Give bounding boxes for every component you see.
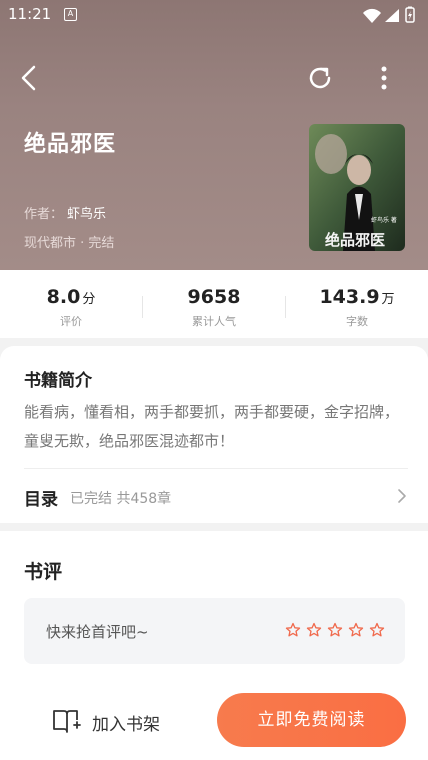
toc-label: 目录 [24,490,58,510]
intro-section: 书籍简介 能看病，懂看相，两手都要抓，两手都要硬，金字招牌，童叟无欺，绝品邪医混… [0,346,428,523]
status-icons [363,6,415,23]
cover-author-text: 虾鸟乐 著 [371,216,397,224]
chevron-right-icon [398,489,406,503]
author-label: 作者： [24,207,64,222]
book-category: 现代都市 · 完结 [24,236,115,251]
stat-wordcount: 143.9 万 字数 [286,270,428,338]
refresh-icon[interactable] [304,62,336,94]
book-title: 绝品邪医 [24,132,117,157]
author-name[interactable]: 虾鸟乐 [67,207,106,222]
stat-wordcount-label: 字数 [346,315,368,328]
add-to-shelf-button[interactable]: 加入书架 [52,705,182,735]
stat-rating-label: 评价 [60,315,82,328]
battery-icon [405,6,415,23]
back-arrow-icon[interactable] [14,62,46,94]
toc-info: 已完结 共458章 [70,491,172,507]
star-icon[interactable] [327,622,343,638]
wifi-icon [363,8,381,23]
book-stats: 8.0 分 评价 9658 累计人气 143.9 万 字数 [0,270,428,338]
star-icon[interactable] [348,622,364,638]
status-time: 11:21 [8,5,52,23]
notification-icon: A [64,8,77,21]
review-section: 书评 快来抢首评吧~ [0,531,428,681]
stat-rating-unit: 分 [82,292,96,307]
stat-popularity-value: 9658 [187,286,241,308]
rating-stars[interactable] [285,622,385,640]
signal-icon [385,9,399,22]
intro-text[interactable]: 能看病，懂看相，两手都要抓，两手都要硬，金字招牌，童叟无欺，绝品邪医混迹都市！ [24,398,408,456]
stat-wordcount-value: 143.9 [319,286,380,308]
stat-popularity: 9658 累计人气 [143,270,285,338]
author-line: 作者： 虾鸟乐 [24,203,106,222]
write-review-box[interactable]: 快来抢首评吧~ [24,598,405,664]
read-free-button[interactable]: 立即免费阅读 [217,693,406,747]
toc-row[interactable]: 目录 已完结 共458章 [0,469,428,523]
more-vertical-icon[interactable] [370,62,398,94]
star-icon[interactable] [285,622,301,638]
star-icon[interactable] [369,622,385,638]
stat-rating-value: 8.0 [46,286,81,308]
book-header: 11:21 A 绝品邪医 作者： 虾鸟乐 现代都市 · 完结 虾鸟乐 著 绝品邪… [0,0,428,270]
stat-popularity-label: 累计人气 [192,315,236,328]
intro-heading: 书籍简介 [24,371,92,391]
review-prompt: 快来抢首评吧~ [46,623,149,641]
review-heading: 书评 [24,561,63,583]
bookshelf-add-icon [53,710,81,733]
stat-wordcount-unit: 万 [381,292,395,307]
stat-rating: 8.0 分 评价 [0,270,142,338]
cover-title-text: 绝品邪医 [325,231,385,249]
book-cover[interactable]: 虾鸟乐 著 绝品邪医 [309,124,405,251]
star-icon[interactable] [306,622,322,638]
add-to-shelf-label: 加入书架 [92,715,160,735]
bottom-action-bar: 加入书架 立即免费阅读 [0,681,428,760]
status-bar: 11:21 A [0,0,428,30]
